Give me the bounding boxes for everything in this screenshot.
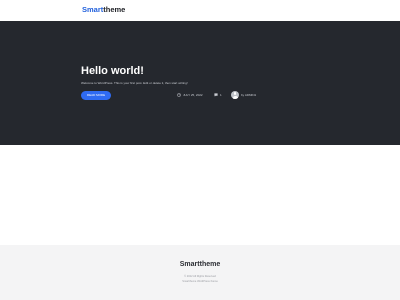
site-footer: Smarttheme © 2022 All Rights Reserved Sm… [0,245,400,300]
post-author[interactable]: by ADMIN1 [231,91,256,99]
post-date: JULY 25, 2022 [177,92,203,98]
site-logo-part-2: theme [103,5,126,14]
post-author-text: by ADMIN1 [241,93,257,97]
comment-icon [214,93,218,97]
post-comments-count: 1 [220,93,222,97]
avatar [231,91,239,99]
site-logo-part-1: Smart [82,5,104,14]
site-logo[interactable]: Smarttheme [82,5,125,15]
post-comments[interactable]: 1 [214,92,222,98]
clock-icon [177,93,181,97]
footer-copyright: © 2022 All Rights Reserved [184,275,216,278]
post-excerpt: Welcome to WordPress. This is your first… [81,81,188,85]
site-header: Smarttheme [0,0,400,21]
post-date-text: JULY 25, 2022 [183,93,203,97]
read-more-button[interactable]: READ MORE [81,91,111,100]
footer-credit: Smarttheme WordPress theme [182,280,218,283]
footer-logo[interactable]: Smarttheme [0,260,400,270]
hero-section: Hello world! Welcome to WordPress. This … [0,21,400,145]
post-title[interactable]: Hello world! [81,65,144,78]
